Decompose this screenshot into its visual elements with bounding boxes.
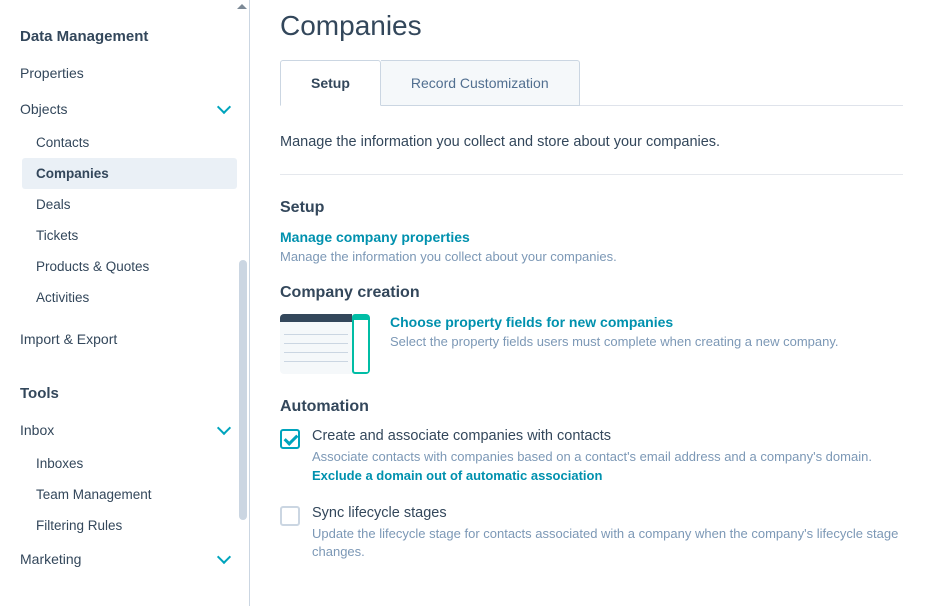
sidebar-sub-activities[interactable]: Activities xyxy=(0,282,249,313)
creation-thumbnail xyxy=(280,314,370,374)
exclude-domain-link[interactable]: Exclude a domain out of automatic associ… xyxy=(312,468,602,483)
sidebar-header-tools: Tools xyxy=(0,357,249,412)
sidebar-sub-tickets[interactable]: Tickets xyxy=(0,220,249,251)
sidebar-sub-companies[interactable]: Companies xyxy=(22,158,237,189)
sidebar-header-data-management: Data Management xyxy=(0,0,249,55)
choose-property-fields-desc: Select the property fields users must co… xyxy=(390,334,903,349)
sidebar-sub-team-management[interactable]: Team Management xyxy=(0,479,249,510)
chevron-down-icon xyxy=(217,550,231,564)
sidebar-item-properties[interactable]: Properties xyxy=(0,55,249,91)
create-associate-label: Create and associate companies with cont… xyxy=(312,428,903,444)
manage-properties-link[interactable]: Manage company properties xyxy=(280,229,470,245)
manage-properties-desc: Manage the information you collect about… xyxy=(280,249,903,264)
sidebar-label-objects: Objects xyxy=(20,101,67,117)
creation-row: Choose property fields for new companies… xyxy=(280,314,903,374)
sidebar-label-import-export: Import & Export xyxy=(20,331,117,347)
sidebar-item-import-export[interactable]: Import & Export xyxy=(0,321,249,357)
sidebar-item-objects[interactable]: Objects xyxy=(0,91,249,127)
create-associate-checkbox[interactable] xyxy=(280,429,300,449)
automation-option-sync-lifecycle: Sync lifecycle stages Update the lifecyc… xyxy=(280,505,903,561)
scroll-up-icon[interactable] xyxy=(237,4,247,9)
choose-property-fields-link[interactable]: Choose property fields for new companies xyxy=(390,314,673,330)
page-title: Companies xyxy=(280,10,903,42)
sidebar-item-inbox[interactable]: Inbox xyxy=(0,412,249,448)
sidebar-item-marketing[interactable]: Marketing xyxy=(0,541,249,577)
sync-lifecycle-label: Sync lifecycle stages xyxy=(312,505,903,521)
settings-sidebar: Data Management Properties Objects Conta… xyxy=(0,0,250,606)
section-heading-automation: Automation xyxy=(280,398,903,416)
automation-option-create-associate: Create and associate companies with cont… xyxy=(280,428,903,483)
tab-record-customization[interactable]: Record Customization xyxy=(381,60,580,106)
sidebar-label-inbox: Inbox xyxy=(20,422,54,438)
sync-lifecycle-desc: Update the lifecycle stage for contacts … xyxy=(312,525,903,561)
tab-setup[interactable]: Setup xyxy=(280,60,381,106)
sidebar-sub-filtering-rules[interactable]: Filtering Rules xyxy=(0,510,249,541)
setup-content: Setup Manage company properties Manage t… xyxy=(280,175,903,562)
sidebar-sub-products-quotes[interactable]: Products & Quotes xyxy=(0,251,249,282)
create-associate-desc: Associate contacts with companies based … xyxy=(312,448,903,466)
sidebar-sub-inboxes[interactable]: Inboxes xyxy=(0,448,249,479)
section-heading-creation: Company creation xyxy=(280,284,903,302)
sidebar-sub-contacts[interactable]: Contacts xyxy=(0,127,249,158)
chevron-down-icon xyxy=(217,100,231,114)
chevron-down-icon xyxy=(217,421,231,435)
tabs: Setup Record Customization xyxy=(280,60,903,106)
sidebar-label-marketing: Marketing xyxy=(20,551,81,567)
sidebar-label-properties: Properties xyxy=(20,65,84,81)
sync-lifecycle-checkbox[interactable] xyxy=(280,506,300,526)
main-content: Companies Setup Record Customization Man… xyxy=(250,0,933,606)
section-heading-setup: Setup xyxy=(280,199,903,217)
scrollbar-thumb[interactable] xyxy=(239,260,247,520)
intro-text: Manage the information you collect and s… xyxy=(280,106,903,175)
sidebar-sub-deals[interactable]: Deals xyxy=(0,189,249,220)
